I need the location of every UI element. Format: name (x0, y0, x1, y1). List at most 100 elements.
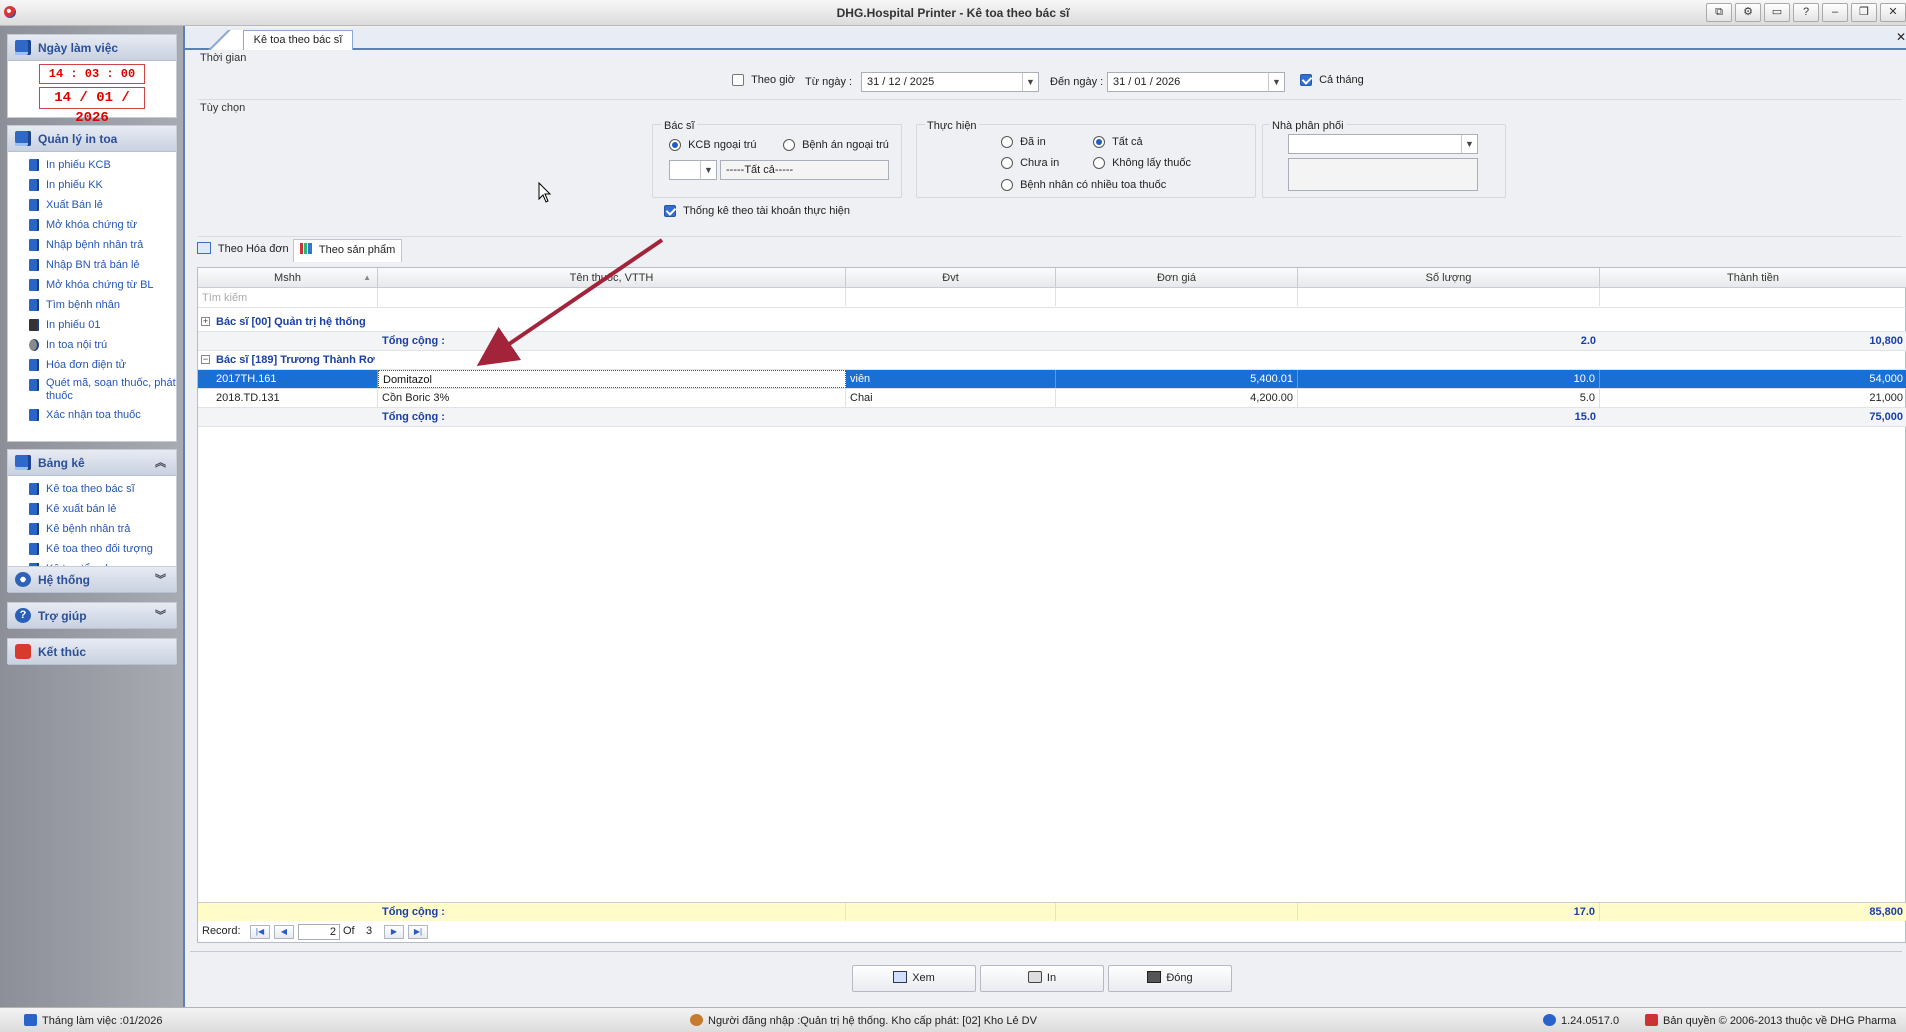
window-maximize-button[interactable]: ❐ (1851, 3, 1877, 22)
system-panel[interactable]: Hệ thống ︾ (7, 566, 177, 593)
expand-icon[interactable]: ︾ (155, 567, 166, 593)
search-cell[interactable] (1600, 288, 1906, 306)
subtab-by-product[interactable]: Theo sản phẩm (293, 239, 403, 262)
nav-item-label: Mở khóa chứng từ BL (46, 279, 154, 291)
column-header-amount[interactable]: Thành tiền (1600, 268, 1906, 288)
print-button[interactable]: In (980, 965, 1104, 992)
whole-month-checkbox-wrap[interactable]: Cả tháng (1300, 74, 1364, 87)
print-management-header[interactable]: Quản lý in toa (8, 126, 176, 152)
expand-icon[interactable]: + (201, 317, 210, 326)
nav-item-nhap-benh-nhan-tra[interactable]: Nhập bệnh nhân trả (8, 235, 176, 255)
chevron-down-icon[interactable]: ▼ (1268, 73, 1284, 91)
nav-item-xuat-ban-le[interactable]: Xuất Bán lẻ (8, 195, 176, 215)
distributor-select[interactable]: ▼ (1288, 134, 1478, 154)
expand-icon[interactable]: ︾ (155, 603, 166, 629)
nav-item-ke-toa-theo-doi-tuong[interactable]: Kê toa theo đối tượng (8, 539, 176, 559)
search-input[interactable]: Tìm kiếm (198, 288, 378, 308)
column-header-qty[interactable]: Số lượng (1298, 268, 1600, 288)
not-printed-radio[interactable] (1001, 157, 1013, 170)
nav-item-in-phieu-01[interactable]: In phiếu 01 (8, 315, 176, 335)
nav-item-mo-khoa-chung-tu-bl[interactable]: Mở khóa chứng từ BL (8, 275, 176, 295)
close-button[interactable]: Đóng (1108, 965, 1232, 992)
doctor-code-select[interactable]: ▼ (669, 160, 717, 180)
nav-item-ke-toa-theo-bac-si[interactable]: Kê toa theo bác sĩ (8, 479, 176, 499)
doctor-benh-an-radio-wrap[interactable]: Bệnh án ngoại trú (783, 139, 889, 152)
column-header-name[interactable]: Tên thuốc, VTTH (378, 268, 846, 288)
search-cell[interactable] (846, 288, 1056, 306)
close-tab-icon[interactable]: ✕ (1896, 30, 1906, 44)
group-row[interactable]: + Bác sĩ [00] Quản trị hệ thống (198, 313, 1906, 332)
window-layout-button[interactable]: ⧉ (1706, 3, 1732, 22)
column-header-price[interactable]: Đơn giá (1056, 268, 1298, 288)
last-record-icon[interactable]: ▶| (408, 925, 428, 939)
column-header-mshh[interactable]: Mshh ▲ (198, 268, 378, 288)
collapse-icon[interactable]: − (201, 355, 210, 364)
tab-ke-toa-theo-bac-si[interactable]: Kê toa theo bác sĩ (243, 30, 353, 50)
first-record-icon[interactable]: |◀ (250, 925, 270, 939)
nav-item-label: Tìm bệnh nhân (46, 299, 120, 311)
record-current-input[interactable]: 2 (298, 924, 340, 940)
stat-by-account-checkbox-wrap[interactable]: Thống kê theo tài khoản thực hiện (664, 205, 850, 218)
nav-item-xac-nhan-toa-thuoc[interactable]: Xác nhận toa thuốc (8, 405, 176, 425)
by-hour-checkbox[interactable] (732, 74, 744, 87)
doctor-name-select[interactable]: -----Tất cả----- (720, 160, 889, 180)
exit-header[interactable]: Kết thúc (8, 639, 176, 665)
by-hour-checkbox-wrap[interactable]: Theo giờ (732, 74, 795, 87)
workday-header[interactable]: Ngày làm việc (8, 35, 176, 61)
group-row[interactable]: − Bác sĩ [189] Trương Thành Rơ (198, 351, 1906, 370)
window-close-button[interactable]: ✕ (1880, 3, 1906, 22)
nav-item-in-phieu-kcb[interactable]: In phiếu KCB (8, 155, 176, 175)
system-header[interactable]: Hệ thống ︾ (8, 567, 176, 593)
window-help-button[interactable]: ? (1793, 3, 1819, 22)
chevron-down-icon[interactable]: ▼ (1022, 73, 1038, 91)
printed-radio[interactable] (1001, 136, 1013, 149)
nav-item-ke-xuat-ban-le[interactable]: Kê xuất bán lẻ (8, 499, 176, 519)
no-take-radio-wrap[interactable]: Không lấy thuốc (1093, 157, 1191, 170)
nav-item-nhap-bn-tra-ban-le[interactable]: Nhập BN trả bán lẻ (8, 255, 176, 275)
window-settings-button[interactable]: ⚙ (1735, 3, 1761, 22)
subtab-by-invoice[interactable]: Theo Hóa đơn (197, 242, 289, 264)
search-cell[interactable] (1298, 288, 1600, 306)
benh-an-radio[interactable] (783, 139, 795, 152)
nav-item-quet-ma[interactable]: Quét mã, soạn thuốc, phát thuốc (8, 375, 176, 405)
next-record-icon[interactable]: ▶ (384, 925, 404, 939)
exit-panel[interactable]: Kết thúc (7, 638, 177, 665)
doctor-kcb-radio-wrap[interactable]: KCB ngoại trú (669, 139, 757, 152)
not-printed-radio-wrap[interactable]: Chưa in (1001, 157, 1059, 170)
prev-record-icon[interactable]: ◀ (274, 925, 294, 939)
window-screen-button[interactable]: ▭ (1764, 3, 1790, 22)
calendar-icon (24, 1014, 37, 1026)
printed-radio-wrap[interactable]: Đã in (1001, 136, 1046, 149)
to-date-field[interactable]: 31 / 01 / 2026 ▼ (1107, 72, 1285, 92)
nav-item-in-toa-noi-tru[interactable]: In toa nội trú (8, 335, 176, 355)
help-header[interactable]: ? Trợ giúp ︾ (8, 603, 176, 629)
all-radio-wrap[interactable]: Tất cả (1093, 136, 1143, 149)
collapse-icon[interactable]: ︽ (155, 450, 166, 476)
kcb-radio[interactable] (669, 139, 681, 152)
chevron-down-icon[interactable]: ▼ (1461, 135, 1477, 153)
nav-item-tim-benh-nhan[interactable]: Tìm bệnh nhân (8, 295, 176, 315)
table-row[interactable]: 2017TH.161 Domitazol viên 5,400.01 10.0 … (198, 370, 1906, 389)
search-cell[interactable] (1056, 288, 1298, 306)
nav-item-hoa-don-dien-tu[interactable]: Hóa đơn điện tử (8, 355, 176, 375)
all-radio[interactable] (1093, 136, 1105, 149)
multi-prescription-radio-wrap[interactable]: Bệnh nhân có nhiều toa thuốc (1001, 179, 1166, 192)
nav-item-mo-khoa-chung-tu[interactable]: Mở khóa chứng từ (8, 215, 176, 235)
no-take-radio[interactable] (1093, 157, 1105, 170)
search-cell[interactable] (378, 288, 846, 306)
from-date-field[interactable]: 31 / 12 / 2025 ▼ (861, 72, 1039, 92)
cell-name[interactable]: Domitazol (378, 370, 846, 388)
view-button[interactable]: Xem (852, 965, 976, 992)
nav-item-in-phieu-kk[interactable]: In phiếu KK (8, 175, 176, 195)
window-minimize-button[interactable]: – (1822, 3, 1848, 22)
whole-month-checkbox[interactable] (1300, 74, 1312, 87)
nav-item-ke-benh-nhan-tra[interactable]: Kê bệnh nhân trả (8, 519, 176, 539)
multi-prescription-radio[interactable] (1001, 179, 1013, 192)
table-row[interactable]: 2018.TD.131 Cồn Boric 3% Chai 4,200.00 5… (198, 389, 1906, 408)
cell-amount: 54,000 (1869, 373, 1903, 385)
stat-by-account-checkbox[interactable] (664, 205, 676, 218)
reports-header[interactable]: Bảng kê ︽ (8, 450, 176, 476)
chevron-down-icon[interactable]: ▼ (700, 161, 716, 179)
column-header-unit[interactable]: Đvt (846, 268, 1056, 288)
help-panel[interactable]: ? Trợ giúp ︾ (7, 602, 177, 629)
